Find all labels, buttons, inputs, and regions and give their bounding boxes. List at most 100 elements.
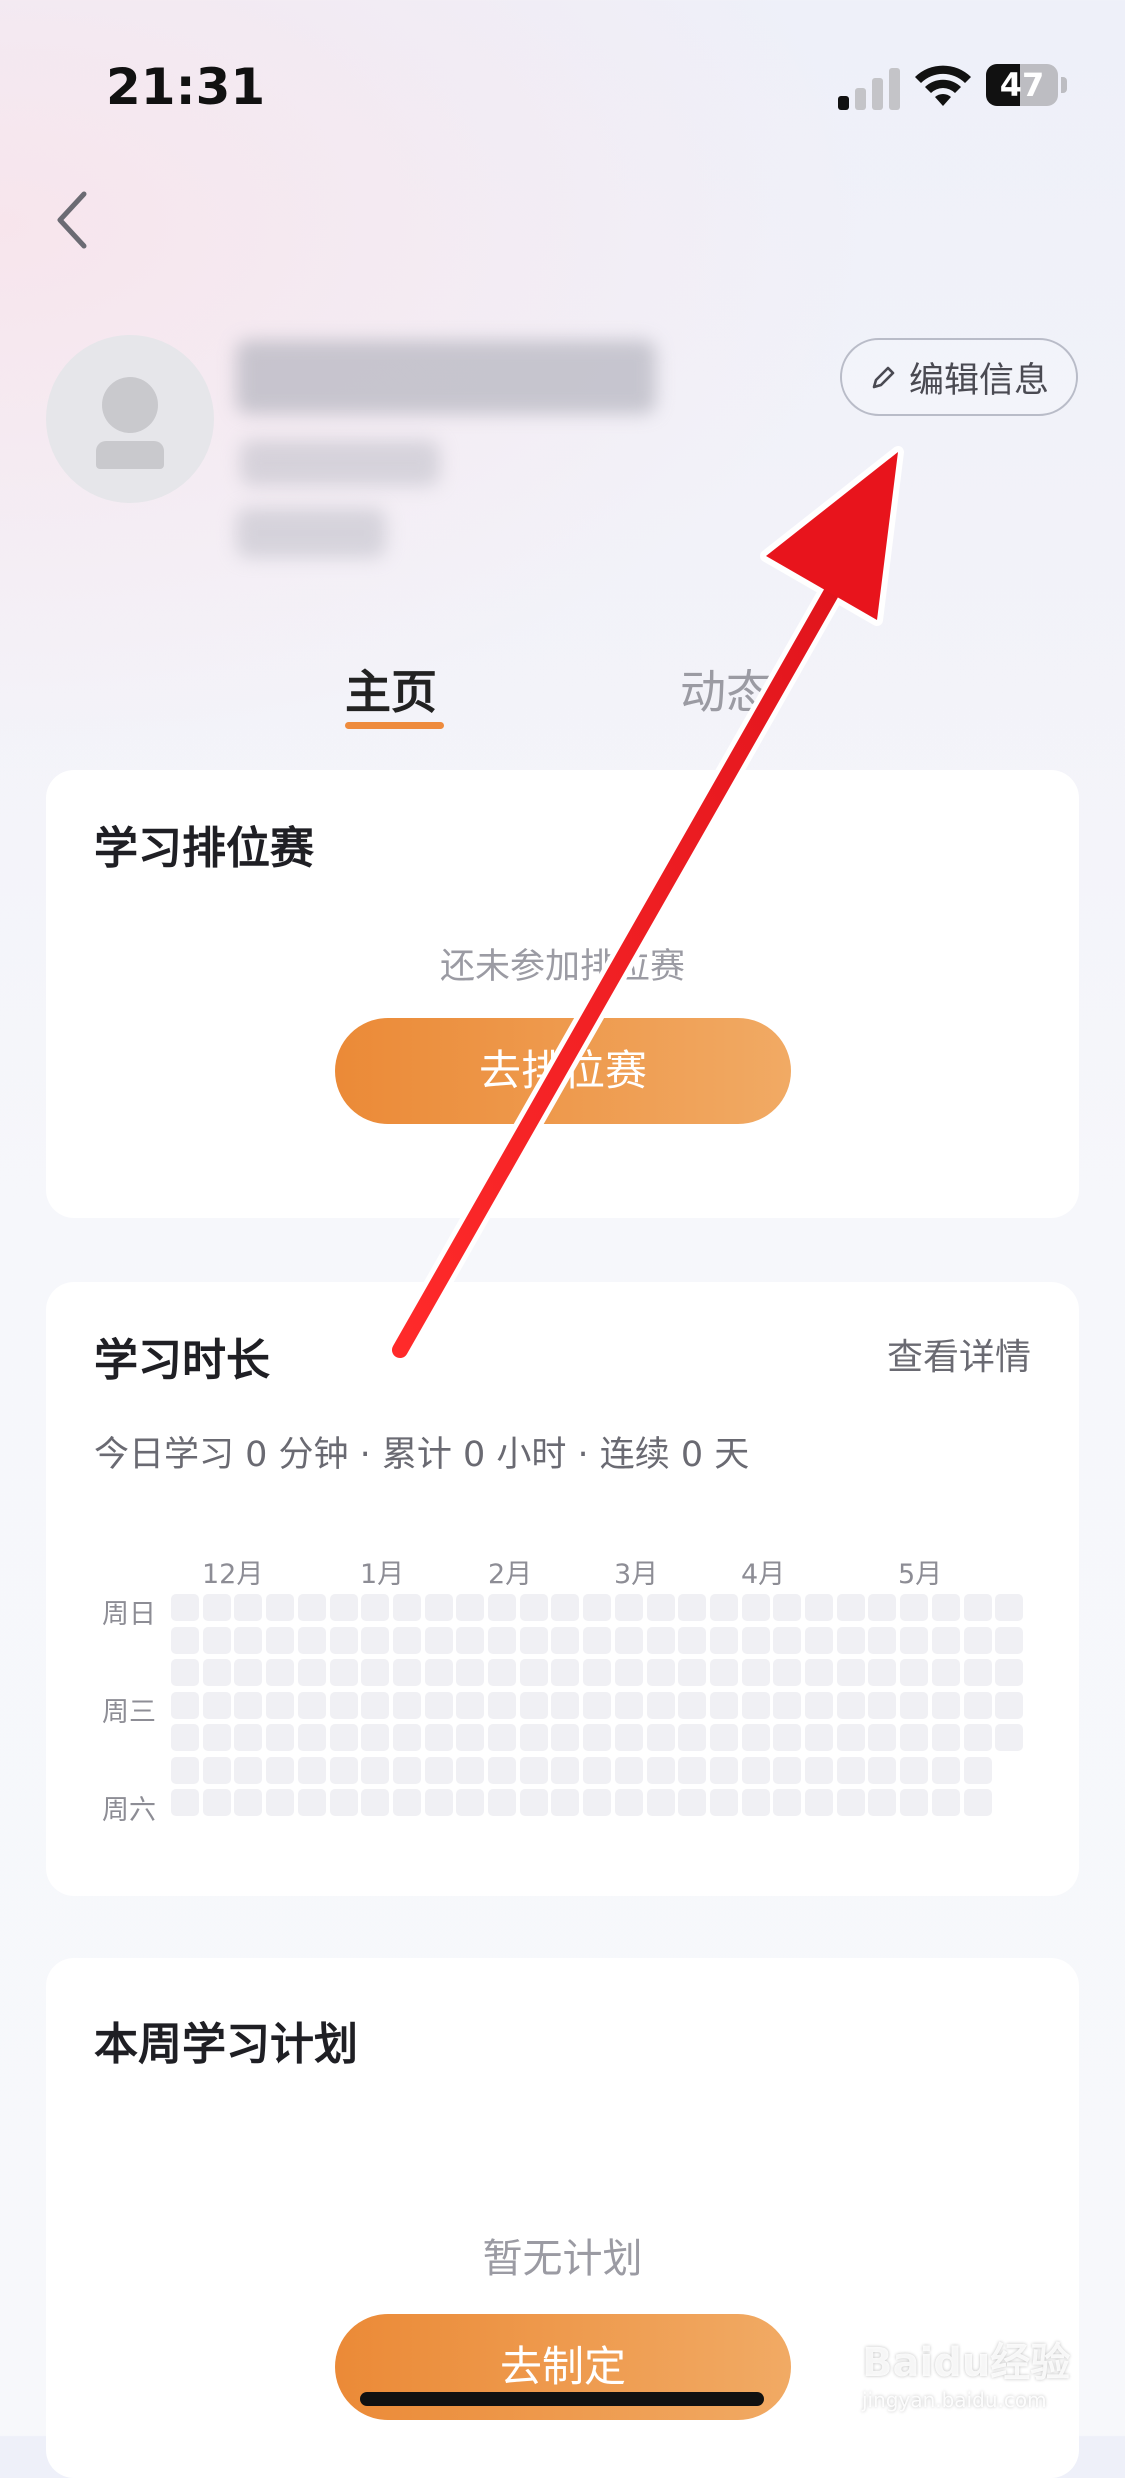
heatmap-cell <box>995 1594 1024 1621</box>
heatmap-cell <box>488 1626 516 1654</box>
heatmap-cell <box>519 1756 548 1784</box>
heatmap-cell <box>709 1724 738 1751</box>
heatmap-cell <box>551 1626 580 1654</box>
weekday-label: 周日 <box>102 1599 156 1630</box>
heatmap-cell <box>234 1626 263 1654</box>
heatmap-cell <box>678 1594 707 1621</box>
heatmap-cell <box>171 1594 199 1621</box>
heatmap-cell <box>424 1756 453 1784</box>
heatmap-cell <box>773 1691 802 1719</box>
heatmap-cell <box>202 1789 231 1816</box>
heatmap-cell <box>773 1594 802 1621</box>
heatmap-cell <box>646 1789 675 1816</box>
heatmap-cell <box>868 1626 897 1654</box>
heatmap-cell <box>931 1594 960 1621</box>
heatmap-cell <box>805 1659 833 1686</box>
tab-home-underline <box>345 722 444 729</box>
heatmap-cell <box>456 1626 485 1654</box>
avatar[interactable] <box>46 335 214 503</box>
heatmap-cell <box>329 1659 358 1686</box>
month-label: 1月 <box>360 1559 405 1590</box>
heatmap-cell <box>868 1789 897 1816</box>
heatmap-cell <box>392 1724 421 1751</box>
view-details-link[interactable]: 查看详情 <box>887 1328 1031 1380</box>
heatmap-cell <box>234 1691 263 1719</box>
heatmap-cell <box>709 1691 738 1719</box>
heatmap-cell <box>836 1626 865 1654</box>
month-label: 5月 <box>898 1559 943 1590</box>
heatmap-cell <box>329 1691 358 1719</box>
heatmap-cell <box>583 1691 612 1719</box>
heatmap-cell <box>868 1724 897 1751</box>
month-label: 4月 <box>741 1559 786 1590</box>
back-chevron-icon[interactable] <box>40 180 110 260</box>
heatmap-cell <box>963 1789 992 1816</box>
heatmap-cell <box>678 1626 707 1654</box>
heatmap-cell <box>995 1626 1024 1654</box>
heatmap-cell <box>931 1724 960 1751</box>
heatmap-cell <box>519 1626 548 1654</box>
heatmap-cell <box>614 1756 643 1784</box>
heatmap-cell <box>456 1789 485 1816</box>
month-label: 3月 <box>614 1559 659 1590</box>
heatmap-cell <box>171 1724 199 1751</box>
heatmap-cell <box>488 1724 516 1751</box>
heatmap-cell <box>519 1594 548 1621</box>
heatmap-cell <box>202 1691 231 1719</box>
heatmap-cell <box>773 1626 802 1654</box>
heatmap-cell <box>361 1691 390 1719</box>
heatmap-cell <box>836 1659 865 1686</box>
heatmap-cell <box>678 1691 707 1719</box>
heatmap-cell <box>361 1789 390 1816</box>
heatmap-cell <box>583 1724 612 1751</box>
heatmap-cell <box>900 1691 929 1719</box>
heatmap-cell <box>709 1594 738 1621</box>
heatmap-cell <box>836 1724 865 1751</box>
heatmap-cell <box>202 1756 231 1784</box>
heatmap-cell <box>424 1724 453 1751</box>
heatmap-cell <box>614 1626 643 1654</box>
heatmap-cell <box>709 1659 738 1686</box>
heatmap-cell <box>424 1659 453 1686</box>
heatmap-cell <box>202 1626 231 1654</box>
edit-info-button[interactable]: 编辑信息 <box>840 338 1078 416</box>
heatmap-cell <box>456 1724 485 1751</box>
heatmap-cell <box>519 1691 548 1719</box>
heatmap-cell <box>488 1691 516 1719</box>
heatmap-cell <box>900 1756 929 1784</box>
heatmap-cell <box>583 1594 612 1621</box>
tab-home[interactable]: 主页 <box>345 656 437 722</box>
heatmap-cell <box>773 1659 802 1686</box>
battery-level-text: 47 <box>999 66 1045 104</box>
heatmap-cell <box>456 1691 485 1719</box>
heatmap-cell <box>995 1659 1024 1686</box>
heatmap-cell <box>392 1659 421 1686</box>
profile-meta-blurred <box>236 508 386 558</box>
tab-activity[interactable]: 动态 <box>680 656 772 722</box>
heatmap-cell <box>392 1789 421 1816</box>
join-ranking-button[interactable]: 去排位赛 <box>335 1018 791 1124</box>
study-summary: 今日学习 0 分钟 · 累计 0 小时 · 连续 0 天 <box>94 1435 750 1475</box>
heatmap-cell <box>773 1724 802 1751</box>
ranking-empty-text: 还未参加排位赛 <box>439 947 685 987</box>
username-blurred <box>236 340 656 414</box>
baidu-watermark: Baidu经验 jingyan.baidu.com <box>862 2330 1070 2412</box>
heatmap-cell <box>805 1724 833 1751</box>
heatmap-cell <box>329 1789 358 1816</box>
heatmap-cell <box>171 1691 199 1719</box>
heatmap-cell <box>646 1724 675 1751</box>
heatmap-cell <box>551 1594 580 1621</box>
heatmap-cell <box>773 1789 802 1816</box>
heatmap-cell <box>551 1724 580 1751</box>
watermark-url: jingyan.baidu.com <box>862 2388 1047 2412</box>
heatmap-cell <box>868 1691 897 1719</box>
heatmap-cell <box>266 1756 295 1784</box>
heatmap-cell <box>614 1594 643 1621</box>
heatmap-cell <box>234 1724 263 1751</box>
heatmap-cell <box>519 1789 548 1816</box>
heatmap-cell <box>266 1659 295 1686</box>
heatmap-cell <box>202 1659 231 1686</box>
ranking-card: 学习排位赛 还未参加排位赛 去排位赛 <box>46 770 1079 1218</box>
heatmap-cell <box>741 1756 770 1784</box>
heatmap-cell <box>361 1626 390 1654</box>
